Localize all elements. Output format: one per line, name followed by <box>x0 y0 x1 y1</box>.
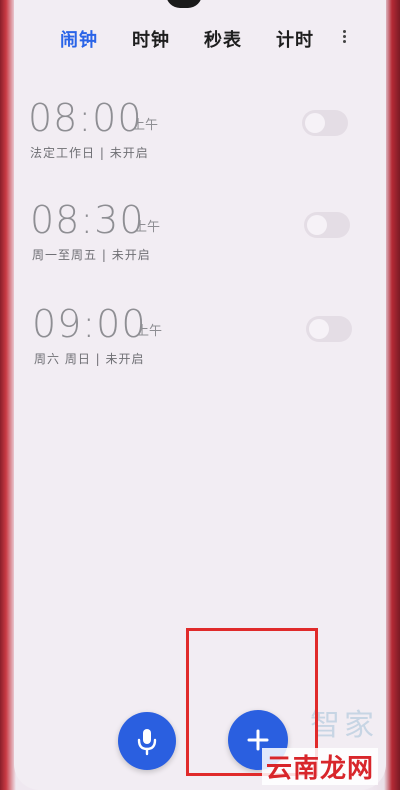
alarm-item[interactable]: 08:00 上午 法定工作日 | 未开启 <box>14 96 386 176</box>
alarm-ampm: 上午 <box>136 324 163 339</box>
alarm-time: 08:30 <box>30 198 145 242</box>
alarm-ampm: 上午 <box>134 220 161 235</box>
alarm-item[interactable]: 08:30 上午 周一至周五 | 未开启 <box>14 198 386 278</box>
tab-timer[interactable]: 计时 <box>276 26 314 52</box>
tab-clock[interactable]: 时钟 <box>132 26 170 52</box>
alarm-subtitle: 法定工作日 | 未开启 <box>30 144 149 161</box>
alarm-toggle[interactable] <box>304 212 350 238</box>
tab-bar: 闹钟 时钟 秒表 计时 <box>14 20 386 56</box>
alarm-toggle[interactable] <box>302 110 348 136</box>
alarm-status: 未开启 <box>111 248 151 262</box>
watermark-ghost: 智家 <box>310 708 378 743</box>
alarm-status: 未开启 <box>105 352 145 366</box>
clock-app-screen: 闹钟 时钟 秒表 计时 08:00 上午 法定工作日 | 未开启 08:30 上… <box>14 0 386 790</box>
watermark-logo: 云南龙网 <box>262 748 379 785</box>
alarm-subtitle: 周六 周日 | 未开启 <box>34 350 145 367</box>
alarm-toggle[interactable] <box>306 316 352 342</box>
tab-alarm[interactable]: 闹钟 <box>60 26 98 52</box>
alarm-repeat: 法定工作日 <box>30 146 96 160</box>
alarm-subtitle: 周一至周五 | 未开启 <box>32 246 151 263</box>
camera-notch <box>166 0 202 8</box>
separator: | <box>95 352 106 366</box>
alarm-ampm: 上午 <box>132 118 159 133</box>
alarm-repeat: 周六 周日 <box>34 352 91 366</box>
separator: | <box>99 146 110 160</box>
alarm-status: 未开启 <box>109 146 149 160</box>
alarm-item[interactable]: 09:00 上午 周六 周日 | 未开启 <box>14 302 386 382</box>
alarm-time: 09:00 <box>32 302 147 346</box>
alarm-repeat: 周一至周五 <box>32 248 98 262</box>
tab-stopwatch[interactable]: 秒表 <box>204 26 242 52</box>
more-vertical-icon[interactable] <box>339 28 349 48</box>
microphone-icon <box>137 729 157 756</box>
separator: | <box>101 248 112 262</box>
phone-frame: 闹钟 时钟 秒表 计时 08:00 上午 法定工作日 | 未开启 08:30 上… <box>0 0 400 790</box>
alarm-time: 08:00 <box>28 96 143 140</box>
voice-alarm-button[interactable] <box>118 712 176 770</box>
